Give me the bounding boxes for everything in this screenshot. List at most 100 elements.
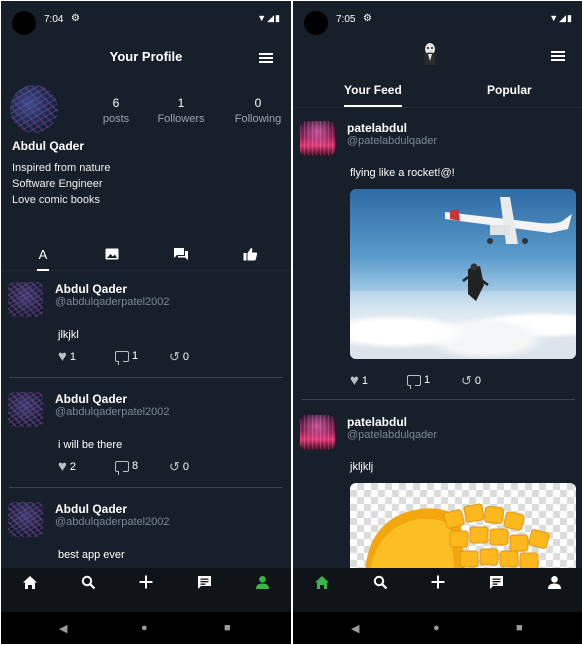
repost-button[interactable]: ↺ 0 xyxy=(461,374,481,388)
like-button[interactable]: ♥ 2 xyxy=(58,458,77,475)
avatar[interactable] xyxy=(8,282,43,317)
tab-liked[interactable] xyxy=(240,247,260,265)
profile-bio: Inspired from nature Software Engineer L… xyxy=(12,160,110,208)
repost-icon: ↺ xyxy=(461,373,472,388)
messages-icon xyxy=(197,576,211,589)
back-icon[interactable]: ◀ xyxy=(351,622,359,635)
home-icon xyxy=(23,576,37,589)
stat-followers[interactable]: 1 Followers xyxy=(146,96,216,125)
repost-icon: ↺ xyxy=(169,459,180,474)
back-icon[interactable]: ◀ xyxy=(59,622,67,635)
post-author: Abdul Qader xyxy=(55,502,128,516)
camera-cutout xyxy=(304,11,328,35)
repost-count: 0 xyxy=(182,461,190,473)
bio-line: Love comic books xyxy=(12,194,101,206)
post-image[interactable] xyxy=(350,189,576,359)
nav-home[interactable] xyxy=(313,575,331,593)
nav-profile[interactable] xyxy=(253,575,271,593)
post-author: patelabdul xyxy=(347,121,408,135)
heart-icon: ♥ xyxy=(58,458,67,475)
comment-button[interactable]: 8 xyxy=(115,460,139,475)
nav-profile[interactable] xyxy=(545,575,563,593)
app-logo-icon xyxy=(424,43,436,65)
repost-button[interactable]: ↺ 0 xyxy=(169,460,189,474)
post-text: flying like a rocket!@! xyxy=(350,167,455,179)
nav-home[interactable] xyxy=(21,575,39,593)
status-icons: ▼◢▮ xyxy=(257,13,281,23)
tab-your-feed[interactable]: Your Feed xyxy=(344,83,402,107)
page-title: Your Profile xyxy=(109,49,183,64)
profile-avatar[interactable] xyxy=(10,85,58,133)
tab-comments[interactable] xyxy=(171,247,191,265)
system-nav-bar: ◀ ● ■ xyxy=(293,612,582,644)
bottom-nav xyxy=(1,568,291,612)
comment-count: 8 xyxy=(132,460,139,472)
bio-line: Inspired from nature xyxy=(12,162,111,174)
home-circle-icon[interactable]: ● xyxy=(141,622,148,634)
mango-illustration xyxy=(365,503,550,573)
add-icon xyxy=(139,575,153,589)
post-handle: @abdulqaderpatel2002 xyxy=(55,516,170,528)
post-author: Abdul Qader xyxy=(55,392,128,406)
post-text: jlkjkl xyxy=(58,329,79,341)
nav-search[interactable] xyxy=(79,575,97,593)
post-image[interactable] xyxy=(350,483,576,573)
recents-icon[interactable]: ■ xyxy=(224,622,231,634)
post-handle: @abdulqaderpatel2002 xyxy=(55,296,170,308)
nav-search[interactable] xyxy=(371,575,389,593)
stat-followers-value: 1 xyxy=(177,96,185,110)
avatar[interactable] xyxy=(8,392,43,427)
repost-icon: ↺ xyxy=(169,349,180,364)
like-button[interactable]: ♥ 1 xyxy=(350,373,369,388)
nav-add[interactable] xyxy=(137,575,155,593)
divider xyxy=(9,487,283,488)
stat-following[interactable]: 0 Following xyxy=(223,96,291,125)
comment-count: 1 xyxy=(132,350,139,362)
heart-icon: ♥ xyxy=(58,348,67,365)
camera-cutout xyxy=(12,11,36,35)
comment-button[interactable]: 1 xyxy=(115,350,139,365)
like-count: 2 xyxy=(69,461,77,473)
post-author: Abdul Qader xyxy=(55,282,128,296)
post-text: jkljklj xyxy=(350,461,374,473)
comment-button[interactable]: 1 xyxy=(407,374,431,389)
profile-icon xyxy=(547,576,561,589)
add-icon xyxy=(431,575,445,589)
home-circle-icon[interactable]: ● xyxy=(433,622,440,634)
nav-messages[interactable] xyxy=(487,575,505,593)
system-nav-bar: ◀ ● ■ xyxy=(1,612,291,644)
status-bar: 7:04 ⚙ ▼◢▮ xyxy=(1,1,291,37)
post-text: i will be there xyxy=(58,439,123,451)
feed-screen: 7:05 ⚙ ▼◢▮ Your Feed Popular patelabdul … xyxy=(293,1,582,644)
avatar[interactable] xyxy=(300,415,335,450)
stat-following-value: 0 xyxy=(254,96,262,110)
nav-add[interactable] xyxy=(429,575,447,593)
recents-icon[interactable]: ■ xyxy=(516,622,523,634)
tab-text-posts[interactable]: A xyxy=(33,247,53,271)
avatar[interactable] xyxy=(300,121,335,156)
feed-tabs: Your Feed Popular xyxy=(293,80,582,108)
tab-image-posts[interactable] xyxy=(102,247,122,265)
status-bar: 7:05 ⚙ ▼◢▮ xyxy=(293,1,582,37)
divider xyxy=(301,399,575,400)
menu-icon[interactable] xyxy=(551,51,565,61)
tab-popular[interactable]: Popular xyxy=(487,83,532,97)
comment-icon xyxy=(115,350,129,365)
skydiver-plane-illustration xyxy=(445,197,572,301)
post-handle: @patelabdulqader xyxy=(347,135,438,147)
home-icon xyxy=(315,576,329,589)
settings-gear-icon: ⚙ xyxy=(363,13,372,24)
like-count: 1 xyxy=(361,375,369,387)
like-button[interactable]: ♥ 1 xyxy=(58,348,76,365)
avatar[interactable] xyxy=(8,502,43,537)
chat-icon xyxy=(174,248,188,260)
repost-count: 0 xyxy=(474,375,482,387)
stat-following-label: Following xyxy=(234,113,282,125)
nav-messages[interactable] xyxy=(195,575,213,593)
comment-count: 1 xyxy=(424,374,431,386)
post-author: patelabdul xyxy=(347,415,408,429)
post-handle: @patelabdulqader xyxy=(347,429,438,441)
stat-posts[interactable]: 6 posts xyxy=(81,96,151,125)
stat-followers-label: Followers xyxy=(157,113,205,125)
repost-button[interactable]: ↺ 0 xyxy=(169,350,189,364)
